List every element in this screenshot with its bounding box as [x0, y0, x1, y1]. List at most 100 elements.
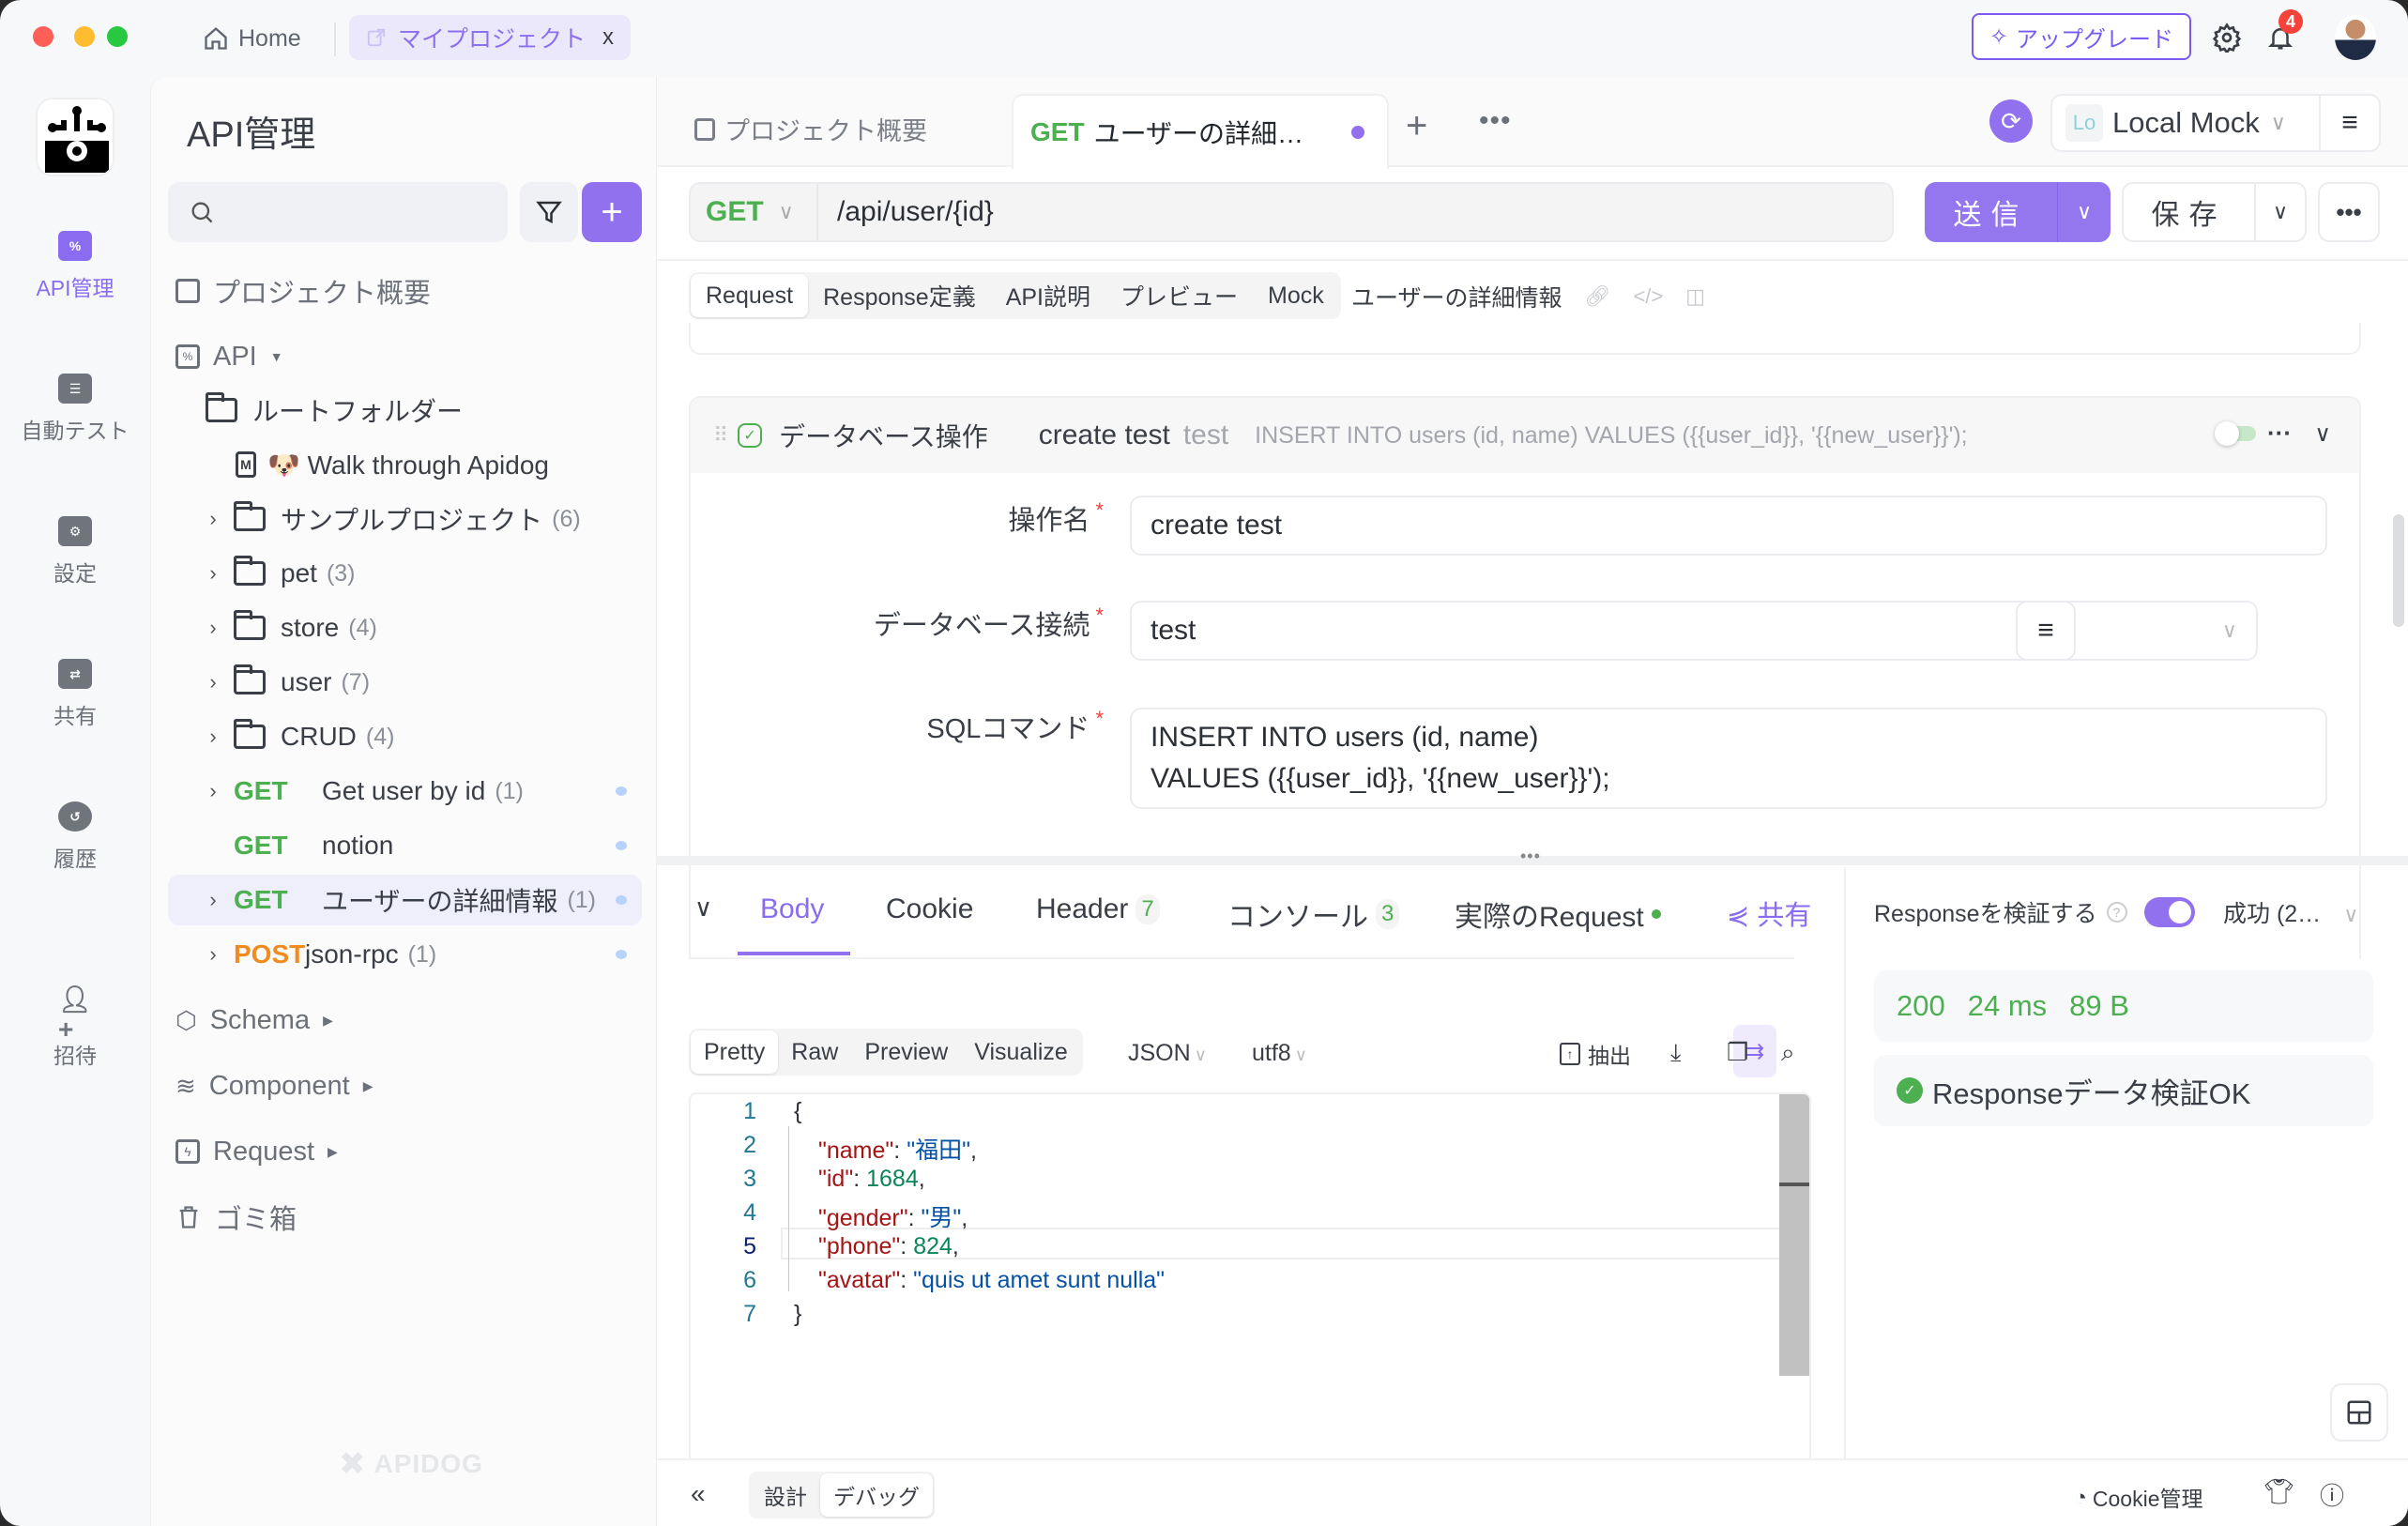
- rail-item-autotest[interactable]: ☰ 自動テスト: [0, 374, 150, 445]
- user-avatar[interactable]: [2335, 15, 2376, 60]
- validation-status-select[interactable]: 成功 (2… ∨: [2223, 895, 2358, 929]
- sidebar-item-api[interactable]: % API ▼: [168, 331, 642, 382]
- filter-button[interactable]: [520, 182, 578, 242]
- tab-cookie[interactable]: Cookie: [886, 893, 973, 925]
- endpoint-item-selected[interactable]: › GET ユーザーの詳細情報 (1): [168, 875, 642, 925]
- sql-command-textarea[interactable]: INSERT INTO users (id, name) VALUES ({{u…: [1130, 708, 2327, 809]
- response-body-editor[interactable]: 1 {2 "name": "福田", 3 "id": 1684, 4 "gender": "…: [689, 1092, 1811, 1513]
- tab-actual-request[interactable]: 実際のRequest: [1455, 893, 1661, 935]
- link-icon[interactable]: 🔗︎: [1585, 284, 1611, 309]
- close-window-button[interactable]: [33, 26, 53, 47]
- language-select[interactable]: JSON ∨: [1128, 1040, 1207, 1067]
- upgrade-button[interactable]: ✧ アップグレード: [1972, 13, 2191, 60]
- format-visualize[interactable]: Visualize: [961, 1030, 1081, 1074]
- download-icon[interactable]: ⤓: [1670, 1038, 1682, 1068]
- tab-header[interactable]: Header 7: [1036, 893, 1160, 925]
- filter-icon: [536, 201, 562, 224]
- drag-handle-icon[interactable]: ⠿: [713, 423, 728, 448]
- subtab-request[interactable]: Request: [691, 274, 809, 317]
- share-button[interactable]: ⋞ 共有: [1727, 893, 1811, 933]
- chevron-down-icon[interactable]: ∨: [2314, 420, 2331, 448]
- rail-item-share[interactable]: ⇄ 共有: [0, 659, 150, 730]
- app-logo[interactable]: [36, 98, 114, 176]
- mode-design[interactable]: 設計: [751, 1473, 820, 1517]
- search-input[interactable]: [168, 182, 508, 242]
- folder-item[interactable]: › サンプルプロジェクト (6): [168, 494, 642, 544]
- close-tab-icon[interactable]: x: [602, 24, 614, 51]
- help-icon[interactable]: ⓘ: [2320, 1477, 2344, 1512]
- format-preview[interactable]: Preview: [851, 1030, 961, 1074]
- validate-toggle[interactable]: [2144, 897, 2195, 927]
- add-button[interactable]: +: [582, 182, 642, 242]
- help-icon[interactable]: ?: [2106, 902, 2127, 923]
- more-icon[interactable]: ···: [2267, 419, 2292, 448]
- tab-active-endpoint[interactable]: GET ユーザーの詳細…: [1012, 94, 1389, 169]
- endpoint-item[interactable]: GET notion: [168, 820, 642, 871]
- endpoint-item[interactable]: › POST json-rpc (1): [168, 929, 642, 980]
- save-options-chevron-icon[interactable]: ∨: [2256, 184, 2305, 240]
- send-options-chevron-icon[interactable]: ∨: [2058, 182, 2111, 242]
- editor-scrollbar[interactable]: [1779, 1094, 1809, 1376]
- sidebar-toggle-icon[interactable]: ◫: [1685, 284, 1705, 309]
- collapse-sidebar-icon[interactable]: «: [691, 1479, 706, 1509]
- environment-select[interactable]: Lo Local Mock ∨ ≡: [2050, 94, 2381, 152]
- rail-item-history[interactable]: ↺ 履歴: [0, 801, 150, 873]
- format-pretty[interactable]: Pretty: [691, 1030, 779, 1074]
- more-options-button[interactable]: •••: [2318, 182, 2380, 242]
- rail-item-invite[interactable]: 👤︎+ 招待: [0, 984, 150, 1070]
- subtab-response-definition[interactable]: Response定義: [808, 274, 991, 317]
- tab-more-button[interactable]: •••: [1479, 105, 1512, 137]
- url-input[interactable]: /api/user/{id}: [837, 196, 994, 228]
- subtab-preview[interactable]: プレビュー: [1105, 274, 1253, 317]
- collapse-chevron-icon[interactable]: ∨: [694, 893, 712, 923]
- sidebar-item-request[interactable]: ϟ Request ▶: [168, 1126, 642, 1177]
- home-tab[interactable]: Home: [203, 19, 301, 58]
- folder-item[interactable]: › pet (3): [168, 548, 642, 599]
- code-icon[interactable]: </>: [1633, 284, 1663, 309]
- minimize-window-button[interactable]: [74, 26, 95, 47]
- layout-toggle-button[interactable]: [2330, 1383, 2388, 1442]
- db-operation-header[interactable]: ⠿ ✓ データベース操作 create test test INSERT INT…: [691, 398, 2359, 473]
- scrollbar[interactable]: [2393, 514, 2404, 627]
- project-tab[interactable]: マイプロジェクト x: [349, 15, 631, 60]
- doc-item[interactable]: M 🐶 Walk through Apidog: [168, 439, 642, 490]
- sidebar-item-trash[interactable]: ゴミ箱: [168, 1192, 642, 1243]
- send-button[interactable]: 送信: [1925, 182, 2058, 242]
- sync-icon[interactable]: ⟳: [1989, 99, 2033, 143]
- extract-button[interactable]: ↑ 抽出: [1560, 1038, 1631, 1070]
- rail-item-settings[interactable]: ⚙ 設定: [0, 516, 150, 588]
- format-raw[interactable]: Raw: [778, 1030, 851, 1074]
- subtab-api-description[interactable]: API説明: [991, 274, 1105, 317]
- tab-project-overview[interactable]: プロジェクト概要: [694, 111, 927, 147]
- copy-icon[interactable]: ❐: [1727, 1038, 1748, 1067]
- new-tab-button[interactable]: +: [1406, 105, 1427, 147]
- maximize-window-button[interactable]: [107, 26, 128, 47]
- root-folder[interactable]: ルートフォルダー: [168, 385, 642, 435]
- search-icon[interactable]: ⌕: [1781, 1038, 1795, 1068]
- tab-body[interactable]: Body: [760, 893, 824, 925]
- folder-item[interactable]: › user (7): [168, 657, 642, 708]
- sidebar-item-overview[interactable]: プロジェクト概要: [168, 266, 642, 316]
- rail-item-api[interactable]: % API管理: [0, 231, 150, 302]
- cookie-manager-button[interactable]: ◔ Cookie管理: [2074, 1481, 2203, 1513]
- theme-shirt-icon[interactable]: 👕︎: [2263, 1477, 2294, 1506]
- chevron-right-icon: ›: [209, 507, 217, 530]
- gear-icon[interactable]: [2208, 19, 2246, 56]
- subtab-mock[interactable]: Mock: [1253, 274, 1339, 317]
- sidebar-item-component[interactable]: ≋ Component ▶: [168, 1061, 642, 1111]
- encoding-select[interactable]: utf8 ∨: [1252, 1040, 1307, 1067]
- mode-debug[interactable]: デバッグ: [820, 1473, 933, 1517]
- resize-handle[interactable]: •••: [657, 847, 2408, 865]
- folder-item[interactable]: › store (4): [168, 603, 642, 653]
- sidebar-item-schema[interactable]: ⬡ Schema ▶: [168, 995, 642, 1045]
- enable-toggle[interactable]: [2215, 421, 2256, 446]
- folder-item[interactable]: › CRUD (4): [168, 711, 642, 762]
- tab-console[interactable]: コンソール 3: [1227, 893, 1400, 935]
- db-connection-manage-button[interactable]: ≡: [2016, 601, 2076, 661]
- method-select[interactable]: GET ∨: [691, 184, 818, 240]
- operation-name-input[interactable]: create test: [1130, 496, 2327, 556]
- db-connection-select[interactable]: test ∨: [1130, 601, 2258, 661]
- endpoint-item[interactable]: › GET Get user by id (1): [168, 766, 642, 816]
- save-button[interactable]: 保存: [2124, 184, 2256, 240]
- env-menu-icon[interactable]: ≡: [2319, 96, 2379, 150]
